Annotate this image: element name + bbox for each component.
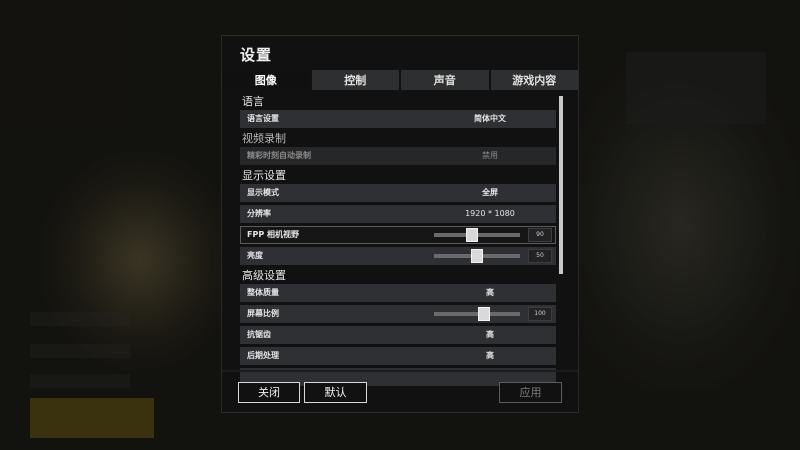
row-label: 后期处理 [247,351,279,360]
settings-scrollbar[interactable] [559,96,563,274]
brightness-row[interactable]: 亮度 50 [240,247,556,265]
display-mode-value[interactable]: 全屏 [410,184,562,202]
resolution-row[interactable]: 分辨率 1920 * 1080 [240,205,556,223]
row-label: 精彩时刻自动录制 [247,151,311,160]
brightness-slider[interactable] [434,249,520,263]
row-label: 语言设置 [247,114,279,123]
screen-scale-row[interactable]: 屏幕比例 100 [240,305,556,323]
screen-scale-slider[interactable] [434,307,520,321]
section-video-record: 视频录制 [242,132,286,145]
fpp-fov-row[interactable]: FPP 相机视野 90 [240,226,556,244]
row-label: 屏幕比例 [247,309,279,318]
auto-record-row: 精彩时刻自动录制 禁用 [240,147,556,165]
resolution-value[interactable]: 1920 * 1080 [410,205,562,223]
anti-aliasing-value[interactable]: 高 [410,326,562,344]
auto-record-value: 禁用 [482,151,498,160]
language-setting-row[interactable]: 语言设置 简体中文 [240,110,556,128]
footer-divider [222,370,578,372]
slider-handle[interactable] [477,307,490,321]
display-mode-row[interactable]: 显示模式 全屏 [240,184,556,202]
row-label: 整体质量 [247,288,279,297]
slider-handle[interactable] [471,249,483,263]
row-label: FPP 相机视野 [247,230,299,239]
fpp-fov-input[interactable]: 90 [528,228,552,242]
tab-graphics[interactable]: 图像 [222,70,310,90]
post-processing-row[interactable]: 后期处理 高 [240,347,556,365]
slider-handle[interactable] [465,228,478,242]
close-button[interactable]: 关闭 [238,382,300,403]
settings-dialog: 设置 图像 控制 声音 游戏内容 语言 语言设置 简体中文 视频录制 精彩时刻自… [222,36,578,412]
anti-aliasing-row[interactable]: 抗锯齿 高 [240,326,556,344]
row-label: 亮度 [247,251,263,260]
language-value[interactable]: 简体中文 [410,110,562,128]
settings-list: 语言 语言设置 简体中文 视频录制 精彩时刻自动录制 禁用 显示设置 显示模式 … [240,94,562,392]
overall-quality-row[interactable]: 整体质量 高 [240,284,556,302]
overall-quality-value[interactable]: 高 [410,284,562,302]
fpp-fov-slider[interactable] [434,228,520,242]
screen-scale-input[interactable]: 100 [528,307,552,321]
apply-button[interactable]: 应用 [499,382,562,403]
section-display: 显示设置 [242,169,286,182]
tab-gameplay[interactable]: 游戏内容 [490,70,578,90]
tab-audio[interactable]: 声音 [401,70,489,90]
settings-tabs: 图像 控制 声音 游戏内容 [222,70,578,90]
brightness-input[interactable]: 50 [528,249,552,263]
row-label: 抗锯齿 [247,330,271,339]
section-advanced: 高级设置 [242,269,286,282]
row-label: 显示模式 [247,188,279,197]
section-language: 语言 [242,95,264,108]
dialog-title: 设置 [240,46,273,64]
post-processing-value[interactable]: 高 [410,347,562,365]
tab-controls[interactable]: 控制 [311,70,399,90]
default-button[interactable]: 默认 [304,382,367,403]
row-label: 分辨率 [247,209,271,218]
